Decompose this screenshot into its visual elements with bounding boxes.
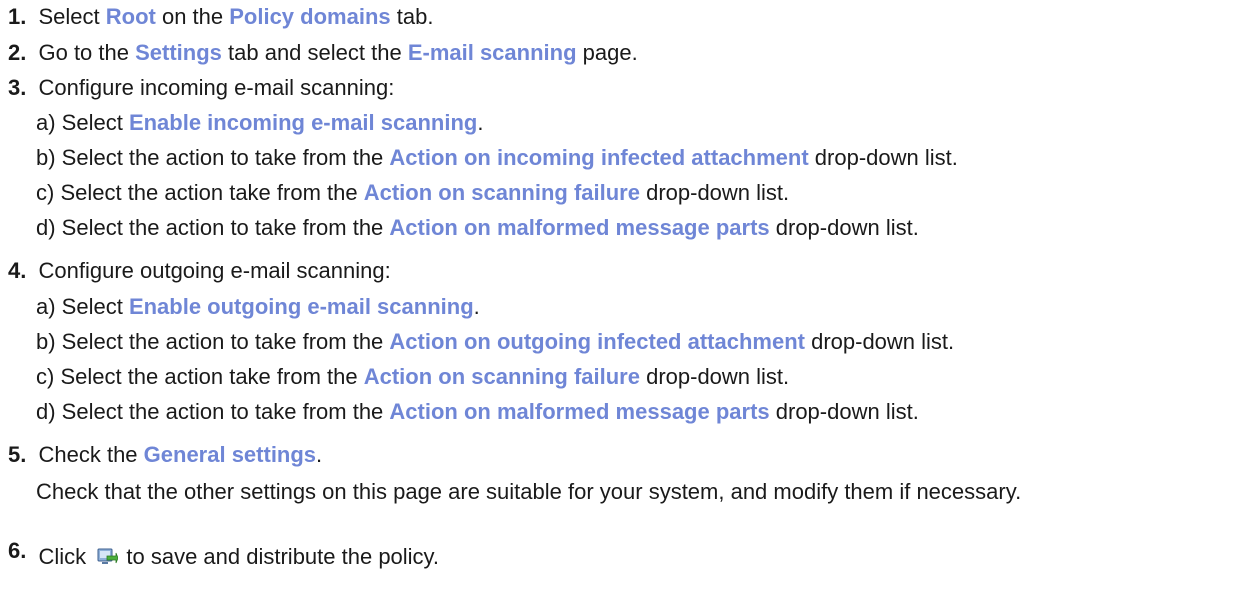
ui-term-general-settings: General settings	[143, 442, 317, 467]
step-text: to save and distribute the policy.	[120, 544, 440, 569]
step-5-note: Check that the other settings on this pa…	[36, 479, 1021, 505]
substep-3c: c) Select the action take from the Actio…	[36, 180, 789, 206]
step-number: 4.	[8, 258, 27, 283]
step-1: 1. Select Root on the Policy domains tab…	[8, 4, 433, 30]
substep-text: drop-down list.	[639, 180, 790, 205]
ui-term-root: Root	[105, 4, 156, 29]
substep-text: drop-down list.	[769, 215, 919, 240]
step-number: 1.	[8, 4, 27, 29]
substep-3d: d) Select the action to take from the Ac…	[36, 215, 919, 241]
substep-text: d) Select the action to take from the	[36, 399, 390, 424]
substep-text: drop-down list.	[639, 364, 790, 389]
step-number: 5.	[8, 442, 27, 467]
step-text: Check the	[38, 442, 144, 467]
step-3: 3. Configure incoming e-mail scanning:	[8, 75, 394, 101]
step-text: Go to the	[38, 40, 136, 65]
step-number: 3.	[8, 75, 27, 100]
substep-text: a) Select	[36, 294, 129, 319]
step-6: 6. Click to save and distribute the poli…	[8, 538, 439, 570]
substep-text: c) Select the action take from the	[36, 180, 364, 205]
step-5: 5. Check the General settings.	[8, 442, 322, 468]
step-text: Configure incoming e-mail scanning:	[38, 75, 395, 100]
substep-text: a) Select	[36, 110, 129, 135]
substep-4a: a) Select Enable outgoing e-mail scannin…	[36, 294, 480, 320]
step-text: page.	[576, 40, 638, 65]
ui-term-email-scanning: E-mail scanning	[407, 40, 577, 65]
step-text: tab and select the	[221, 40, 408, 65]
substep-4b: b) Select the action to take from the Ac…	[36, 329, 954, 355]
substep-text: c) Select the action take from the	[36, 364, 364, 389]
substep-text: .	[477, 110, 484, 135]
substep-text: .	[473, 294, 480, 319]
ui-term-action-outgoing-infected: Action on outgoing infected attachment	[389, 329, 805, 354]
substep-text: drop-down list.	[808, 145, 958, 170]
step-text: tab.	[390, 4, 434, 29]
step-text: Select	[38, 4, 106, 29]
ui-term-action-scanning-failure: Action on scanning failure	[363, 180, 640, 205]
substep-text: b) Select the action to take from the	[36, 145, 390, 170]
substep-text: d) Select the action to take from the	[36, 215, 390, 240]
step-4: 4. Configure outgoing e-mail scanning:	[8, 258, 391, 284]
step-text: Configure outgoing e-mail scanning:	[38, 258, 391, 283]
substep-text: drop-down list.	[769, 399, 919, 424]
substep-3a: a) Select Enable incoming e-mail scannin…	[36, 110, 483, 136]
ui-term-action-malformed: Action on malformed message parts	[389, 215, 770, 240]
step-text: .	[316, 442, 323, 467]
step-number: 6.	[8, 538, 27, 563]
step-text: Click	[38, 544, 93, 569]
substep-4c: c) Select the action take from the Actio…	[36, 364, 789, 390]
ui-term-action-incoming-infected: Action on incoming infected attachment	[389, 145, 809, 170]
ui-term-enable-incoming: Enable incoming e-mail scanning	[128, 110, 478, 135]
substep-4d: d) Select the action to take from the Ac…	[36, 399, 919, 425]
step-text: on the	[155, 4, 230, 29]
save-distribute-icon	[96, 547, 119, 567]
step-2: 2. Go to the Settings tab and select the…	[8, 40, 638, 66]
ui-term-settings: Settings	[135, 40, 222, 65]
substep-text: drop-down list.	[804, 329, 955, 354]
substep-text: b) Select the action to take from the	[36, 329, 390, 354]
note-text: Check that the other settings on this pa…	[36, 479, 1022, 504]
ui-term-action-scanning-failure: Action on scanning failure	[363, 364, 640, 389]
substep-3b: b) Select the action to take from the Ac…	[36, 145, 958, 171]
ui-term-policy-domains: Policy domains	[229, 4, 391, 29]
ui-term-action-malformed: Action on malformed message parts	[389, 399, 770, 424]
step-number: 2.	[8, 40, 27, 65]
ui-term-enable-outgoing: Enable outgoing e-mail scanning	[128, 294, 474, 319]
